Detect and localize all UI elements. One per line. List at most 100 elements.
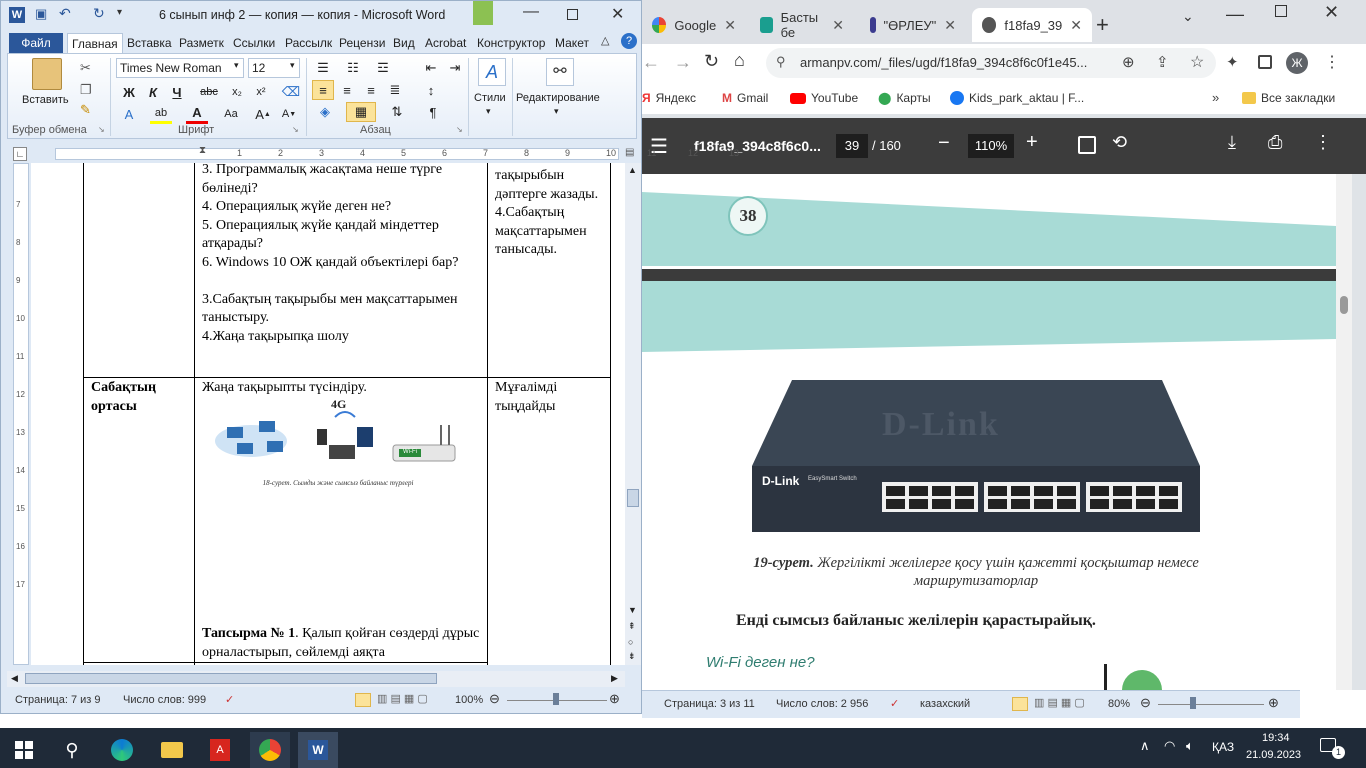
url-text[interactable]: armanpv.com/_files/ugd/f18fa9_394c8f6c0f… (800, 55, 1087, 70)
horizontal-scrollbar[interactable]: ◀ ▶ (7, 671, 625, 687)
forward-icon[interactable]: → (674, 52, 692, 73)
align-left-button[interactable]: ≡ (312, 80, 334, 100)
paste-label[interactable]: Вставить (22, 94, 69, 106)
zoom-in-icon[interactable]: ⊕ (609, 691, 620, 707)
pdf-more-icon[interactable]: ⋮ (1314, 132, 1332, 153)
increase-indent-button[interactable]: ⇥ (444, 58, 466, 78)
format-painter-icon[interactable]: ✎ (80, 102, 91, 118)
word2-language[interactable]: казахский (920, 698, 970, 710)
chevron-down-icon[interactable]: ▾ (554, 106, 559, 117)
site-info-icon[interactable]: ⚲ (776, 54, 786, 70)
close-window-icon[interactable]: ✕ (1324, 2, 1339, 23)
word-app-icon[interactable]: W (9, 7, 25, 23)
bookmark-maps[interactable]: ⬤ Карты (878, 91, 931, 105)
minimize-icon[interactable]: — (1226, 4, 1244, 25)
text-effects-button[interactable]: A (118, 104, 140, 124)
volume-icon[interactable]: 🔈︎ (1186, 738, 1194, 754)
borders-button[interactable]: ▦ (346, 102, 376, 122)
tab-selector-icon[interactable]: ∟ (13, 147, 27, 161)
prev-page-icon[interactable]: ⇞ (628, 621, 636, 632)
minimize-ribbon-icon[interactable]: △ (601, 34, 609, 47)
scroll-down-icon[interactable]: ▼ (628, 605, 637, 615)
align-right-button[interactable]: ≡ (360, 80, 382, 100)
view-modes-icons[interactable]: ▥ ▤ ▦ ▢ (1034, 696, 1085, 709)
help-icon[interactable]: ? (621, 33, 637, 49)
zoom-input[interactable]: 110% (968, 134, 1014, 158)
sort-button[interactable]: ⇅ (386, 102, 408, 122)
font-launcher-icon[interactable]: ↘ (292, 125, 299, 134)
bookmark-kids-park[interactable]: Kids_park_aktau | F... (950, 91, 1084, 105)
rotate-icon[interactable]: ⟲ (1112, 132, 1127, 153)
redo-icon[interactable]: ↻ (93, 5, 105, 22)
browse-object-icon[interactable]: ○ (628, 637, 633, 647)
bookmark-youtube[interactable]: YouTube (790, 91, 858, 105)
tab-references[interactable]: Ссылки (229, 33, 279, 53)
search-icon[interactable]: ⚲ (52, 732, 92, 768)
tab-file[interactable]: Файл (9, 33, 63, 53)
decrease-indent-button[interactable]: ⇤ (420, 58, 442, 78)
highlight-button[interactable]: ab (150, 104, 172, 124)
change-case-button[interactable]: Aa (220, 104, 242, 124)
all-bookmarks[interactable]: Все закладки (1242, 91, 1335, 105)
bookmark-gmail[interactable]: M Gmail (722, 91, 768, 105)
close-icon[interactable]: ✕ (944, 17, 956, 34)
page-count[interactable]: Страница: 7 из 9 (15, 694, 101, 706)
zoom-in-icon[interactable]: ⊕ (1268, 695, 1279, 711)
show-marks-button[interactable]: ¶ (422, 102, 444, 122)
scroll-right-icon[interactable]: ▶ (611, 673, 618, 684)
tab-search-icon[interactable]: ⌄ (1182, 8, 1194, 25)
quick-access-more-icon[interactable]: ▾ (117, 7, 122, 18)
scroll-left-icon[interactable]: ◀ (11, 673, 18, 684)
sidepanel-icon[interactable] (1258, 55, 1272, 69)
chevron-down-icon[interactable]: ▾ (234, 60, 239, 71)
line-spacing-button[interactable]: ↕ (420, 80, 442, 100)
print-icon[interactable]: ⎙ (1268, 132, 1282, 153)
tab-layout[interactable]: Разметк (175, 33, 228, 53)
styles-label[interactable]: Стили (474, 92, 506, 104)
new-tab-icon[interactable]: + (1096, 12, 1109, 38)
chevron-down-icon[interactable]: ▾ (486, 106, 491, 117)
word2-zoom-level[interactable]: 80% (1108, 698, 1130, 710)
tab-mailings[interactable]: Рассылк (281, 33, 336, 53)
zoom-out-icon[interactable]: ⊖ (489, 691, 500, 707)
hscroll-thumb[interactable] (25, 673, 437, 684)
bold-button[interactable]: Ж (118, 82, 140, 102)
tray-overflow-icon[interactable]: ∧ (1140, 738, 1150, 754)
zoom-out-icon[interactable]: − (938, 132, 950, 155)
download-icon[interactable]: ⤓ (1228, 132, 1236, 153)
clipboard-launcher-icon[interactable]: ↘ (98, 125, 105, 134)
indent-marker-icon[interactable]: ⧗ (199, 145, 206, 156)
view-modes-icons[interactable]: ▥ ▤ ▦ ▢ (377, 692, 428, 705)
pdf-scrollbar[interactable] (1336, 174, 1352, 690)
paragraph-launcher-icon[interactable]: ↘ (456, 125, 463, 134)
maximize-icon[interactable] (1275, 5, 1287, 17)
tab-review[interactable]: Рецензи (335, 33, 389, 53)
star-icon[interactable]: ☆ (1190, 52, 1204, 72)
bookmark-yandex[interactable]: Я Яндекс (642, 91, 696, 105)
tab-view[interactable]: Вид (389, 33, 419, 53)
scroll-thumb[interactable] (627, 489, 639, 507)
binoculars-icon[interactable]: ⚯ (546, 58, 574, 86)
styles-icon[interactable]: A (478, 58, 506, 86)
word-taskbar-icon[interactable]: W (298, 732, 338, 768)
chevron-down-icon[interactable]: ▾ (290, 60, 295, 71)
zoom-level[interactable]: 100% (455, 694, 483, 706)
proofing-icon[interactable]: ✓ (225, 693, 234, 706)
edge-icon[interactable] (102, 732, 142, 768)
extensions-icon[interactable]: ✦ (1226, 53, 1239, 71)
vertical-ruler[interactable]: 7 8 9 10 11 12 13 14 15 16 17 (13, 163, 29, 665)
clear-format-button[interactable]: ⌫ (280, 82, 302, 102)
word-count[interactable]: Число слов: 999 (123, 694, 206, 706)
vertical-scrollbar[interactable]: ▲ ▼ ⇞ ○ ⇟ (625, 163, 641, 665)
minimize-icon[interactable]: — (523, 3, 539, 21)
editing-label[interactable]: Редактирование (516, 92, 600, 104)
shading-button[interactable]: ◈ (314, 102, 336, 122)
zoom-slider-track[interactable] (1158, 704, 1264, 705)
file-explorer-icon[interactable] (152, 732, 192, 768)
zoom-slider-thumb[interactable] (1190, 697, 1196, 709)
grow-font-button[interactable]: A ▲ (252, 104, 274, 124)
shrink-font-button[interactable]: A ▼ (278, 104, 300, 124)
bullets-button[interactable]: ☰ (312, 58, 334, 78)
align-center-button[interactable]: ≡ (336, 80, 358, 100)
zoom-icon[interactable]: ⊕ (1122, 53, 1135, 71)
